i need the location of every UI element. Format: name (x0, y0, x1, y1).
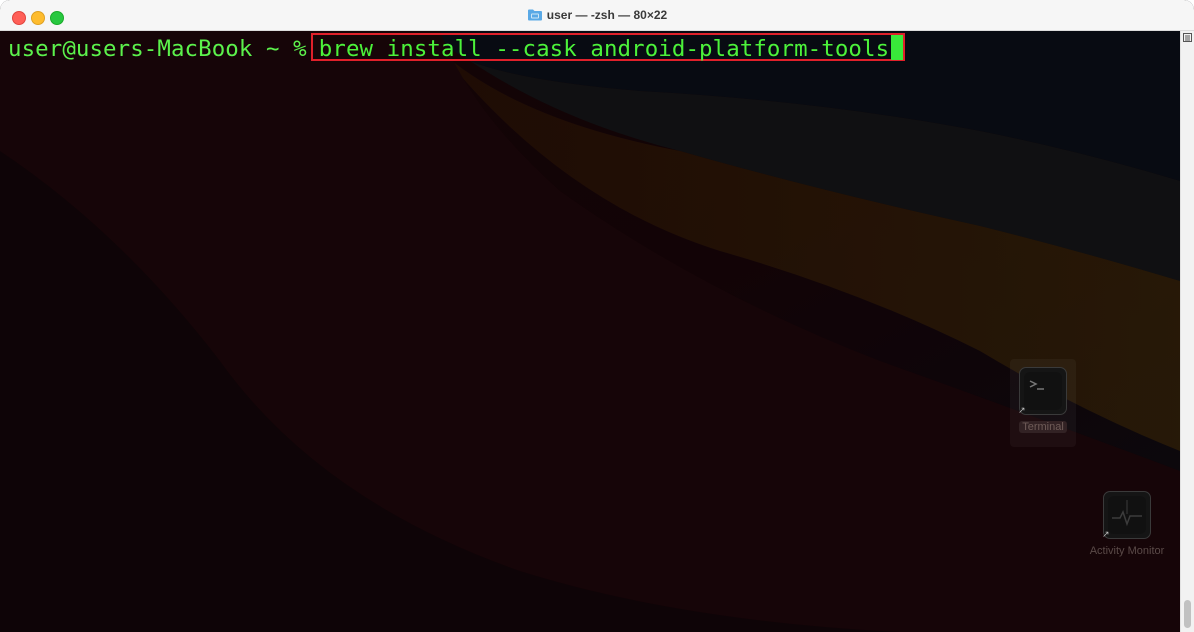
terminal-line[interactable]: user@users-MacBook ~ % brew install --cas… (8, 33, 906, 62)
shell-prompt: user@users-MacBook ~ % (8, 36, 307, 62)
desktop-wallpaper (0, 31, 1180, 632)
command-text: brew install --cask android-platform-too… (318, 36, 890, 62)
window-title-group: user — -zsh — 80×22 (0, 8, 1194, 22)
terminal-app-icon: ↗ (1018, 367, 1067, 415)
title-bar[interactable]: user — -zsh — 80×22 (0, 0, 1194, 31)
text-cursor (891, 35, 904, 60)
folder-icon (527, 9, 542, 21)
window-title: user — -zsh — 80×22 (546, 8, 668, 22)
command-highlight: brew install --cask android-platform-too… (310, 33, 906, 62)
desktop-icon-activity-monitor[interactable]: ↗ Activity Monitor (1078, 491, 1176, 557)
vertical-scrollbar[interactable] (1180, 31, 1194, 632)
terminal-window: user — -zsh — 80×22 user@users-MacBook ~… (0, 0, 1194, 632)
terminal-content[interactable]: user@users-MacBook ~ % brew install --cas… (0, 31, 1180, 632)
alias-arrow-icon: ↗ (1018, 405, 1026, 415)
scroll-thumb[interactable] (1184, 600, 1191, 628)
activity-monitor-app-icon: ↗ (1102, 491, 1151, 539)
desktop-icon-label: Activity Monitor (1089, 545, 1165, 557)
alias-arrow-icon: ↗ (1102, 529, 1110, 539)
scroll-menu-icon[interactable] (1183, 33, 1192, 42)
desktop-icon-terminal[interactable]: ↗ Terminal (1008, 359, 1078, 447)
